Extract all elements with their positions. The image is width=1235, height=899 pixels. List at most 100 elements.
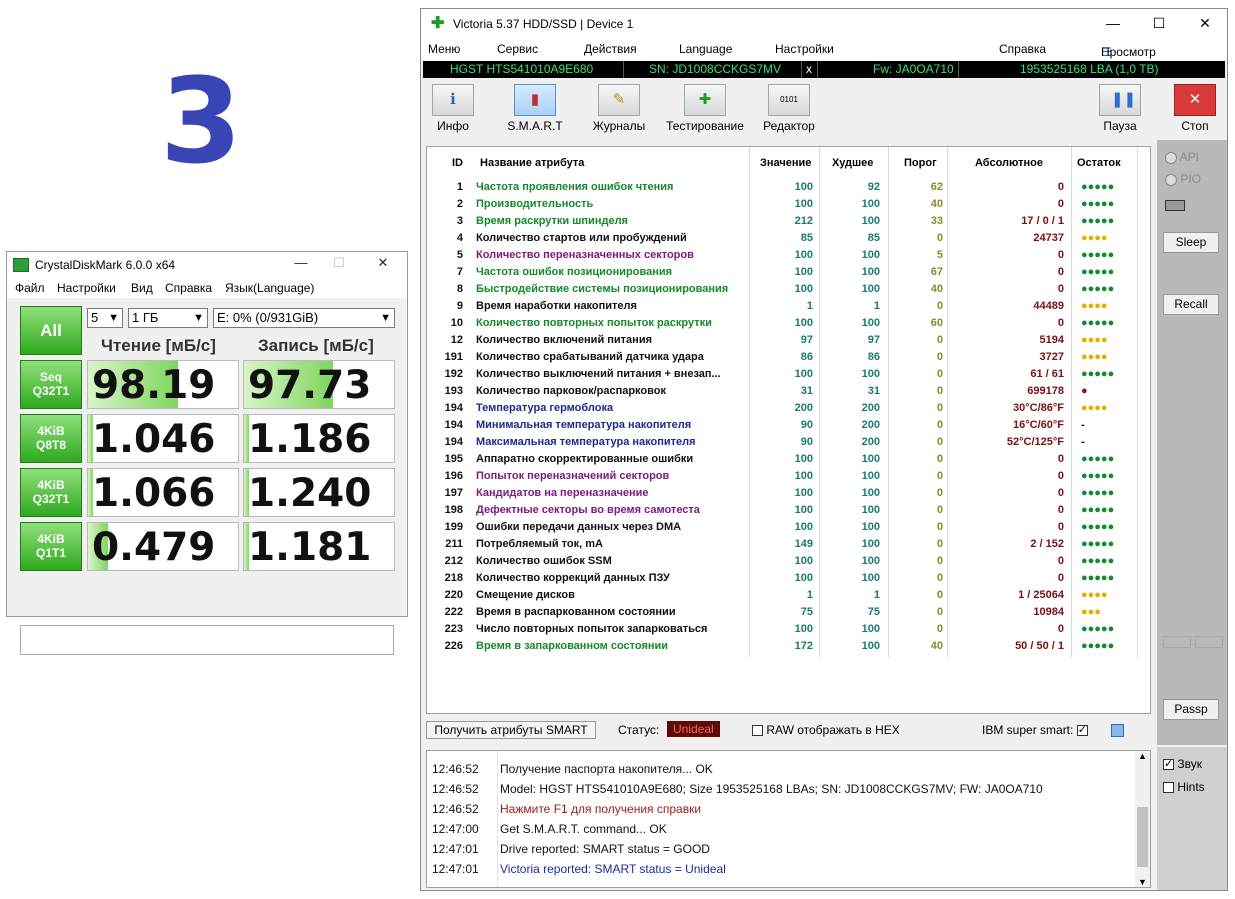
table-row[interactable]: 196 Попыток переназначений секторов 100 …	[427, 468, 1150, 485]
test-button-3[interactable]: 4KiB Q1T1	[20, 522, 82, 571]
count-select[interactable]: 5 ▼	[87, 308, 123, 328]
scroll-thumb[interactable]	[1137, 807, 1148, 867]
menu-actions[interactable]: Действия	[584, 42, 637, 56]
cdm-comment-field[interactable]	[20, 625, 394, 655]
menu-settings[interactable]: Настройки	[775, 42, 834, 56]
table-row[interactable]: 198 Дефектные секторы во время самотеста…	[427, 502, 1150, 519]
table-row[interactable]: 12 Количество включений питания 97 97 0 …	[427, 332, 1150, 349]
recall-button[interactable]: Recall	[1163, 294, 1219, 315]
log-message: Victoria reported: SMART status = Unidea…	[500, 862, 726, 876]
get-smart-button[interactable]: Получить атрибуты SMART	[426, 721, 596, 739]
table-row[interactable]: 5 Количество переназначенных секторов 10…	[427, 247, 1150, 264]
pio-radio[interactable]: PIO	[1165, 172, 1201, 186]
info-button[interactable]: ℹ Инфо	[429, 84, 477, 133]
minimize-icon[interactable]: —	[1101, 15, 1125, 31]
table-row[interactable]: 197 Кандидатов на переназначение 100 100…	[427, 485, 1150, 502]
log-scrollbar[interactable]: ▲ ▼	[1135, 751, 1150, 887]
col-name[interactable]: Название атрибута	[480, 152, 584, 174]
close-drive-button[interactable]: x	[806, 62, 812, 76]
attr-name: Количество переназначенных секторов	[476, 249, 694, 261]
table-row[interactable]: 1 Частота проявления ошибок чтения 100 9…	[427, 179, 1150, 196]
hints-checkbox[interactable]: Hints	[1163, 780, 1205, 794]
col-remaining[interactable]: Остаток	[1077, 152, 1121, 174]
maximize-icon[interactable]: ☐	[329, 255, 349, 273]
col-threshold[interactable]: Порог	[904, 152, 937, 174]
attr-name: Количество ошибок SSM	[476, 555, 612, 567]
menu-language[interactable]: Язык(Language)	[225, 281, 314, 295]
sound-checkbox[interactable]: Звук	[1163, 757, 1202, 771]
logs-button[interactable]: ✎ Журналы	[589, 84, 649, 133]
side-panel-lower: Звук Hints	[1157, 747, 1227, 890]
smart-button[interactable]: ▮ S.M.A.R.T	[505, 84, 565, 133]
menu-main[interactable]: Меню	[428, 42, 460, 56]
menu-settings[interactable]: Настройки	[57, 281, 116, 295]
test-button-0[interactable]: Seq Q32T1	[20, 360, 82, 409]
attr-remaining: ●●●●●	[1081, 249, 1115, 261]
close-icon[interactable]: ✕	[1193, 15, 1217, 32]
table-row[interactable]: 9 Время наработки накопителя 1 1 0 44489…	[427, 298, 1150, 315]
col-worst[interactable]: Худшее	[832, 152, 873, 174]
api-radio[interactable]: API	[1165, 150, 1199, 164]
scroll-up-icon[interactable]: ▲	[1138, 751, 1147, 761]
table-row[interactable]: 222 Время в распаркованном состоянии 75 …	[427, 604, 1150, 621]
all-button[interactable]: All	[20, 306, 82, 355]
passp-button[interactable]: Passp	[1163, 699, 1219, 720]
table-row[interactable]: 223 Число повторных попыток запарковатьс…	[427, 621, 1150, 638]
table-row[interactable]: 3 Время раскрутки шпинделя 212 100 33 17…	[427, 213, 1150, 230]
sleep-button[interactable]: Sleep	[1163, 232, 1219, 253]
table-row[interactable]: 220 Смещение дисков 1 1 0 1 / 25064 ●●●●	[427, 587, 1150, 604]
menu-file[interactable]: Файл	[15, 281, 45, 295]
table-row[interactable]: 193 Количество парковок/распарковок 31 3…	[427, 383, 1150, 400]
table-row[interactable]: 218 Количество коррекций данных ПЗУ 100 …	[427, 570, 1150, 587]
test-button-1[interactable]: 4KiB Q8T8	[20, 414, 82, 463]
table-row[interactable]: 8 Быстродействие системы позиционировани…	[427, 281, 1150, 298]
table-row[interactable]: 194 Минимальная температура накопителя 9…	[427, 417, 1150, 434]
table-row[interactable]: 226 Время в запаркованном состоянии 172 …	[427, 638, 1150, 655]
close-icon[interactable]: ✕	[373, 255, 393, 273]
col-id[interactable]: ID	[431, 152, 463, 174]
editor-button[interactable]: 0101 Редактор	[759, 84, 819, 133]
maximize-icon[interactable]: ☐	[1147, 15, 1171, 32]
attr-name: Число повторных попыток запарковаться	[476, 623, 708, 635]
col-value[interactable]: Значение	[760, 152, 811, 174]
victoria-title-bar: ✚ Victoria 5.37 HDD/SSD | Device 1 — ☐ ✕	[421, 9, 1227, 39]
raw-hex-checkbox[interactable]: RAW отображать в HEX	[752, 723, 900, 737]
size-select[interactable]: 1 ГБ ▼	[128, 308, 208, 328]
table-row[interactable]: 191 Количество срабатываний датчика удар…	[427, 349, 1150, 366]
table-row[interactable]: 212 Количество ошибок SSM 100 100 0 0 ●●…	[427, 553, 1150, 570]
log-message: Drive reported: SMART status = GOOD	[500, 842, 710, 856]
menu-help[interactable]: Справка	[165, 281, 212, 295]
attr-absolute: 0	[1057, 266, 1064, 278]
table-row[interactable]: 194 Максимальная температура накопителя …	[427, 434, 1150, 451]
drive-select[interactable]: E: 0% (0/931GiB) ▼	[213, 308, 395, 328]
attr-absolute: 0	[1057, 249, 1064, 261]
table-row[interactable]: 195 Аппаратно скорректированные ошибки 1…	[427, 451, 1150, 468]
table-row[interactable]: 192 Количество выключений питания + внез…	[427, 366, 1150, 383]
api-label: API	[1179, 150, 1200, 164]
test-button-2[interactable]: 4KiB Q32T1	[20, 468, 82, 517]
attr-name: Ошибки передачи данных через DMA	[476, 521, 682, 533]
stop-button[interactable]: ✕ Стоп	[1171, 84, 1219, 133]
menu-help[interactable]: Справка	[999, 42, 1046, 56]
menu-language[interactable]: Language	[679, 42, 732, 56]
table-row[interactable]: 10 Количество повторных попыток раскрутк…	[427, 315, 1150, 332]
table-row[interactable]: 4 Количество стартов или пробуждений 85 …	[427, 230, 1150, 247]
table-row[interactable]: 211 Потребляемый ток, mA 149 100 0 2 / 1…	[427, 536, 1150, 553]
table-row[interactable]: 199 Ошибки передачи данных через DMA 100…	[427, 519, 1150, 536]
small-button-left[interactable]	[1163, 636, 1191, 648]
scroll-down-icon[interactable]: ▼	[1138, 877, 1147, 887]
menu-service[interactable]: Сервис	[497, 42, 538, 56]
test-button[interactable]: ✚ Тестирование	[663, 84, 747, 133]
table-row[interactable]: 2 Производительность 100 100 40 0 ●●●●●	[427, 196, 1150, 213]
attr-absolute: 0	[1057, 572, 1064, 584]
table-row[interactable]: 7 Частота ошибок позиционирования 100 10…	[427, 264, 1150, 281]
ibm-super-smart-checkbox[interactable]: IBM super smart:	[982, 723, 1088, 737]
col-absolute[interactable]: Абсолютное	[975, 152, 1043, 174]
minimize-icon[interactable]: —	[291, 255, 311, 273]
attr-id: 4	[456, 232, 463, 244]
menu-view[interactable]: Вид	[131, 281, 153, 295]
pause-button[interactable]: ❚❚ Пауза	[1096, 84, 1144, 133]
small-button-right[interactable]	[1195, 636, 1223, 648]
table-row[interactable]: 194 Температура гермоблока 200 200 0 30°…	[427, 400, 1150, 417]
attr-remaining: -	[1081, 419, 1085, 431]
